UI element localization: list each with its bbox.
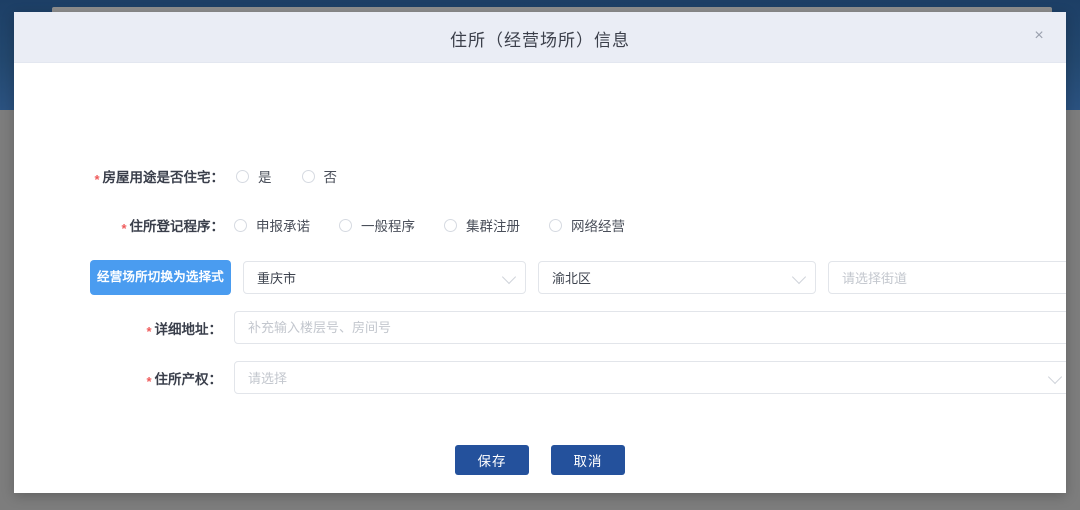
cancel-button[interactable]: 取消 <box>551 445 625 475</box>
radio-label: 一般程序 <box>361 219 415 234</box>
select-province[interactable]: 重庆市 <box>243 261 527 294</box>
house-use-label-text: 房屋用途是否住宅： <box>102 170 225 185</box>
radio-label: 否 <box>323 170 338 185</box>
detail-address-label: * 详细地址： <box>134 318 223 339</box>
modal-body: * 房屋用途是否住宅： 是 否 * 住所登记程序： 申报承诺 一般程序 集群注册… <box>14 63 1066 493</box>
field-house-use: * 房屋用途是否住宅： 是 否 <box>94 166 367 187</box>
required-marker: * <box>146 323 152 339</box>
field-business-location: 经营场所切换为选择式 重庆市 渝北区 请选择街道 <box>90 260 1066 295</box>
radio-procedure-general[interactable]: 一般程序 <box>339 215 415 235</box>
radio-procedure-declaration[interactable]: 申报承诺 <box>234 215 310 235</box>
detail-address-label-text: 详细地址： <box>154 321 223 337</box>
select-street[interactable]: 请选择街道 <box>828 261 1066 294</box>
select-district[interactable]: 渝北区 <box>538 261 817 294</box>
radio-house-use-no[interactable]: 否 <box>301 166 338 186</box>
detail-address-input[interactable] <box>234 311 1066 344</box>
radio-circle-icon <box>234 218 247 232</box>
radio-label: 是 <box>258 170 272 185</box>
address-info-modal: 住所（经营场所）信息 × * 房屋用途是否住宅： 是 否 * 住所登记程序： 申… <box>14 12 1066 493</box>
ownership-label-text: 住所产权： <box>154 371 223 387</box>
ownership-label: * 住所产权： <box>139 368 223 389</box>
field-ownership: * 住所产权： 请选择 <box>139 361 1066 394</box>
radio-label: 网络经营 <box>571 219 625 234</box>
close-icon[interactable]: × <box>1028 25 1050 47</box>
select-district-value: 渝北区 <box>552 271 592 286</box>
select-province-value: 重庆市 <box>257 271 297 286</box>
radio-label: 集群注册 <box>466 219 520 234</box>
modal-title: 住所（经营场所）信息 <box>450 31 630 50</box>
modal-footer: 保存 取消 <box>14 445 1066 475</box>
chevron-down-icon <box>1047 369 1063 384</box>
radio-circle-icon <box>549 218 562 232</box>
required-marker: * <box>94 172 100 187</box>
required-marker: * <box>146 373 152 389</box>
radio-label: 申报承诺 <box>256 219 310 234</box>
switch-to-select-mode-button[interactable]: 经营场所切换为选择式 <box>90 260 232 295</box>
radio-circle-icon <box>301 169 315 183</box>
house-use-label: * 房屋用途是否住宅： <box>94 166 225 187</box>
modal-header: 住所（经营场所）信息 × <box>14 12 1066 63</box>
field-detail-address: * 详细地址： <box>134 311 1066 344</box>
radio-procedure-cluster[interactable]: 集群注册 <box>444 215 520 235</box>
chevron-down-icon <box>501 269 517 284</box>
registration-procedure-label-text: 住所登记程序： <box>129 219 225 234</box>
select-ownership[interactable]: 请选择 <box>234 361 1066 394</box>
select-ownership-value: 请选择 <box>248 371 288 386</box>
registration-procedure-radio-group: 申报承诺 一般程序 集群注册 网络经营 <box>234 215 654 235</box>
house-use-radio-group: 是 否 <box>236 166 367 186</box>
radio-procedure-online[interactable]: 网络经营 <box>549 215 625 235</box>
field-registration-procedure: * 住所登记程序： 申报承诺 一般程序 集群注册 网络经营 <box>114 215 654 236</box>
radio-circle-icon <box>444 218 457 232</box>
save-button[interactable]: 保存 <box>455 445 529 475</box>
radio-house-use-yes[interactable]: 是 <box>236 166 272 186</box>
chevron-down-icon <box>791 269 807 284</box>
select-street-value: 请选择街道 <box>842 271 908 286</box>
radio-circle-icon <box>236 169 249 183</box>
required-marker: * <box>121 221 127 236</box>
radio-circle-icon <box>339 218 352 232</box>
registration-procedure-label: * 住所登记程序： <box>114 215 225 236</box>
